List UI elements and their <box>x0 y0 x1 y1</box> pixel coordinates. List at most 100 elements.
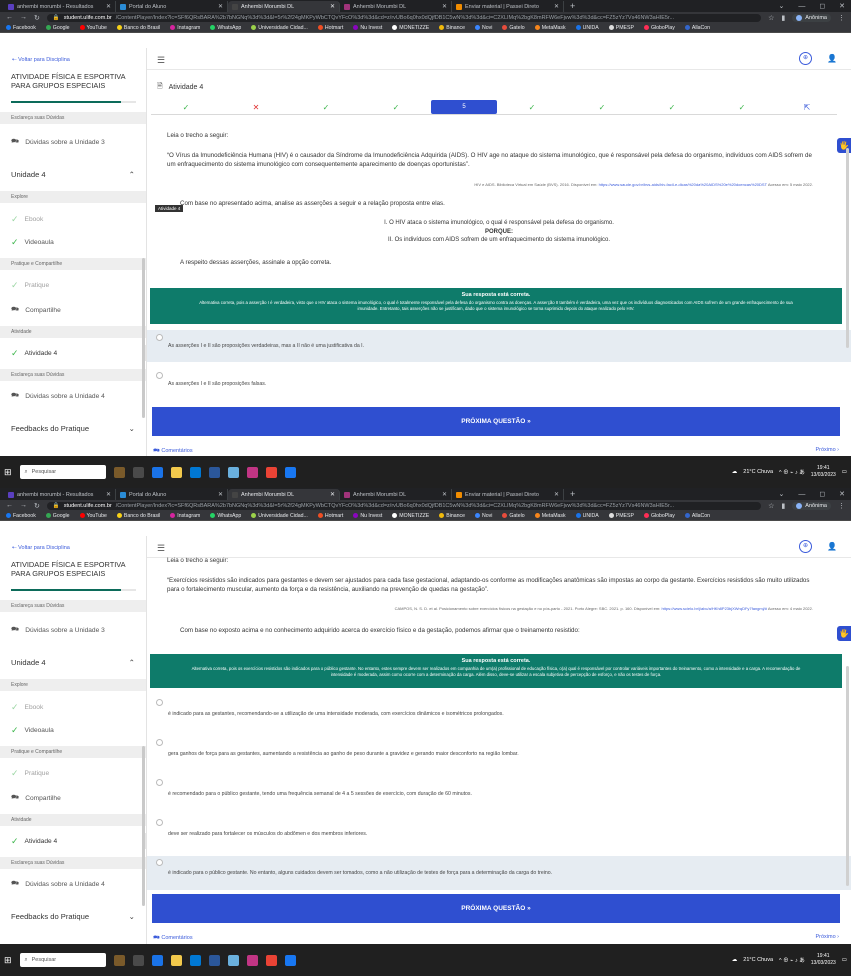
sidebar-item-pratique[interactable]: ✓ Pratique <box>11 765 141 781</box>
new-tab-button[interactable]: + <box>564 489 581 500</box>
windows-start-icon[interactable]: ⊞ <box>4 955 12 966</box>
bookmark-item[interactable]: Instagram <box>170 25 200 31</box>
sidebar-item-atividade4[interactable]: ✓ Atividade 4 <box>0 345 146 361</box>
radio-button[interactable] <box>156 819 163 826</box>
radio-button[interactable] <box>156 779 163 786</box>
accessibility-icon[interactable]: ⊕ <box>799 540 812 553</box>
app-icon[interactable] <box>284 954 296 966</box>
menu-dots-icon[interactable]: ⋮ <box>838 502 845 510</box>
question-nav-current[interactable]: 5 <box>431 100 497 114</box>
sidebar-item-videoaula[interactable]: ✓ Videoaula <box>11 722 141 738</box>
app-icon[interactable] <box>227 466 239 478</box>
radio-button[interactable] <box>156 739 163 746</box>
sidebar-item-doubts-unit3[interactable]: 🗪 Dúvidas sobre a Unidade 3 <box>11 134 141 150</box>
question-nav-item[interactable]: ✓ <box>567 100 637 114</box>
sidebar-item-atividade4[interactable]: ✓ Atividade 4 <box>0 833 146 849</box>
answer-option-selected[interactable]: é indicado para o público gestante. No e… <box>147 856 851 890</box>
sidebar-item-compartilhe[interactable]: 🗪 Compartilhe <box>11 790 141 806</box>
bookmark-item[interactable]: YouTube <box>79 25 107 31</box>
browser-tab-active[interactable]: Anhembi Morumbi DL ✕ <box>228 1 340 12</box>
comments-link[interactable]: 🗪 Comentários <box>153 934 193 943</box>
bookmark-star-icon[interactable]: ☆ <box>768 502 774 510</box>
question-nav-item[interactable]: ✓ <box>497 100 567 114</box>
file-explorer-icon[interactable] <box>170 954 182 966</box>
close-tab-icon[interactable]: ✕ <box>218 3 223 10</box>
close-tab-icon[interactable]: ✕ <box>442 491 447 498</box>
sidebar-item-doubts-unit4[interactable]: 🗪 Dúvidas sobre a Unidade 4 <box>11 388 141 404</box>
bookmark-item[interactable]: Banco do Brasil <box>116 25 160 31</box>
bookmark-item[interactable]: Gatelo <box>502 25 525 31</box>
bookmark-item[interactable]: Hotmart <box>317 25 343 31</box>
reload-icon[interactable]: ↻ <box>34 502 40 510</box>
clock[interactable]: 19:41 13/03/2023 <box>811 465 836 479</box>
bookmark-item[interactable]: AllaCon <box>684 25 710 31</box>
sidebar-item-doubts-unit4[interactable]: 🗪 Dúvidas sobre a Unidade 4 <box>11 876 141 892</box>
close-tab-icon[interactable]: ✕ <box>554 3 559 10</box>
chrome-alt-icon[interactable] <box>265 954 277 966</box>
profile-button[interactable]: Anônima <box>792 501 831 510</box>
store-icon[interactable] <box>189 466 201 478</box>
taskbar-search-input[interactable]: ⌕ Pesquisar <box>19 465 106 479</box>
notification-icon[interactable]: ▭ <box>842 957 847 963</box>
bookmark-item[interactable]: MetaMask <box>534 25 566 31</box>
close-window-icon[interactable]: ✕ <box>839 1 845 12</box>
bookmark-item[interactable]: Binance <box>439 25 465 31</box>
sidebar-item-ebook[interactable]: ✓ Ebook <box>11 211 141 227</box>
back-icon[interactable]: ← <box>6 14 13 21</box>
feedbacks-header[interactable]: Feedbacks do Pratique ⌄ <box>11 912 135 921</box>
radio-button[interactable] <box>156 699 163 706</box>
close-tab-icon[interactable]: ✕ <box>554 491 559 498</box>
bookmark-item[interactable]: Facebook <box>6 513 36 519</box>
feedbacks-header[interactable]: Feedbacks do Pratique ⌄ <box>11 424 135 433</box>
browser-tab[interactable]: Anhembi Morumbi DL ✕ <box>340 489 452 500</box>
sidebar-item-ebook[interactable]: ✓ Ebook <box>11 699 141 715</box>
browser-tab[interactable]: Enviar material | Passei Direto ✕ <box>452 1 564 12</box>
browser-tab[interactable]: Anhembi Morumbi DL ✕ <box>340 1 452 12</box>
sidebar-scrollbar[interactable] <box>142 258 145 418</box>
sidebar-item-videoaula[interactable]: ✓ Videoaula <box>11 234 141 250</box>
close-tab-icon[interactable]: ✕ <box>106 3 111 10</box>
browser-tab[interactable]: anhembi morumbi - Resultados ✕ <box>4 1 116 12</box>
bookmark-item[interactable]: Banco do Brasil <box>116 513 160 519</box>
maximize-icon[interactable]: ◻ <box>819 489 825 500</box>
bookmark-item[interactable]: Universidade Cidad... <box>251 25 308 31</box>
unit-header[interactable]: Unidade 4 ⌃ <box>11 658 135 667</box>
bookmark-item[interactable]: Google <box>45 25 70 31</box>
bookmark-item[interactable]: Hotmart <box>317 513 343 519</box>
sidepanel-icon[interactable]: ▮ <box>781 14 785 22</box>
unit-header[interactable]: Unidade 4 ⌃ <box>11 170 135 179</box>
tray-icons[interactable]: ^ ⊕ ⌁ ♪ あ <box>779 956 805 964</box>
word-icon[interactable] <box>208 466 220 478</box>
browser-tab[interactable]: Portal do Aluno ✕ <box>116 1 228 12</box>
close-tab-icon[interactable]: ✕ <box>218 491 223 498</box>
question-nav-item[interactable]: ✓ <box>707 100 777 114</box>
close-tab-icon[interactable]: ✕ <box>106 491 111 498</box>
radio-button[interactable] <box>156 334 163 341</box>
bookmark-item[interactable]: Binance <box>439 513 465 519</box>
notification-icon[interactable]: ▭ <box>842 469 847 475</box>
citation-link[interactable]: https://www.saude.gov.br/bvs-aids/hiv-fa… <box>599 182 767 187</box>
browser-tab[interactable]: anhembi morumbi - Resultados ✕ <box>4 489 116 500</box>
question-nav-item[interactable]: ✕ <box>221 100 291 114</box>
close-window-icon[interactable]: ✕ <box>839 489 845 500</box>
url-input[interactable]: 🔒 student.ulife.com.br/ContentPlayer/Inde… <box>46 501 762 510</box>
minimize-icon[interactable]: — <box>798 1 805 12</box>
bookmark-item[interactable]: Facebook <box>6 25 36 31</box>
task-view-icon[interactable] <box>132 954 144 966</box>
minimize-icon[interactable]: — <box>798 489 805 500</box>
question-nav-item[interactable]: ✓ <box>637 100 707 114</box>
task-view-icon[interactable] <box>132 466 144 478</box>
next-link[interactable]: Próximo › <box>815 447 839 453</box>
next-question-button[interactable]: PRÓXIMA QUESTÃO » <box>152 894 840 923</box>
windows-start-icon[interactable]: ⊞ <box>4 467 12 478</box>
menu-icon[interactable]: ☰ <box>157 55 165 66</box>
sidebar-item-pratique[interactable]: ✓ Pratique <box>11 277 141 293</box>
radio-button[interactable] <box>156 372 163 379</box>
citation-link[interactable]: https://www.scielo.br/j/abc/a/HKh8P23bjX… <box>661 606 767 611</box>
bookmark-item[interactable]: Gatelo <box>502 513 525 519</box>
bookmark-item[interactable]: WhatsApp <box>210 25 241 31</box>
taskbar-app-icon[interactable] <box>113 466 125 478</box>
profile-button[interactable]: Anônima <box>792 13 831 22</box>
bookmark-item[interactable]: GloboPlay <box>643 513 675 519</box>
next-link[interactable]: Próximo › <box>815 934 839 940</box>
